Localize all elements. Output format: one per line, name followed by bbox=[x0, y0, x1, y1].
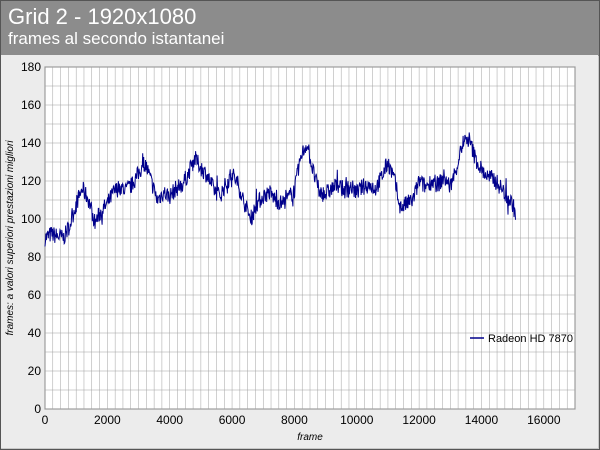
y-tick-label: 80 bbox=[28, 250, 42, 264]
y-tick-label: 140 bbox=[21, 136, 41, 150]
y-tick-label: 0 bbox=[34, 402, 41, 416]
x-tick-label: 14000 bbox=[465, 413, 499, 427]
x-tick-label: 6000 bbox=[219, 413, 246, 427]
x-tick-label: 12000 bbox=[402, 413, 436, 427]
y-tick-label: 180 bbox=[21, 60, 41, 74]
y-tick-label: 120 bbox=[21, 174, 41, 188]
y-tick-label: 40 bbox=[28, 326, 42, 340]
y-tick-label: 20 bbox=[28, 364, 42, 378]
x-axis-label: frame bbox=[297, 432, 323, 443]
x-tick-label: 8000 bbox=[281, 413, 308, 427]
legend-label: Radeon HD 7870 bbox=[488, 333, 573, 345]
y-tick-label: 100 bbox=[21, 212, 41, 226]
x-tick-label: 4000 bbox=[156, 413, 183, 427]
x-tick-label: 2000 bbox=[94, 413, 121, 427]
x-tick-label: 0 bbox=[42, 413, 49, 427]
x-axis-ticks: 0 2000 4000 6000 8000 10000 12000 14000 16000 bbox=[42, 413, 561, 427]
y-axis-label: frames: a valori superiori prestazioni m… bbox=[5, 140, 16, 336]
y-tick-label: 60 bbox=[28, 288, 42, 302]
x-tick-label: 10000 bbox=[340, 413, 374, 427]
y-tick-label: 160 bbox=[21, 98, 41, 112]
line-chart: 0 20 40 60 80 100 120 140 160 180 0 2000 4000 6000 80… bbox=[1, 55, 598, 448]
x-tick-label: 16000 bbox=[527, 413, 561, 427]
